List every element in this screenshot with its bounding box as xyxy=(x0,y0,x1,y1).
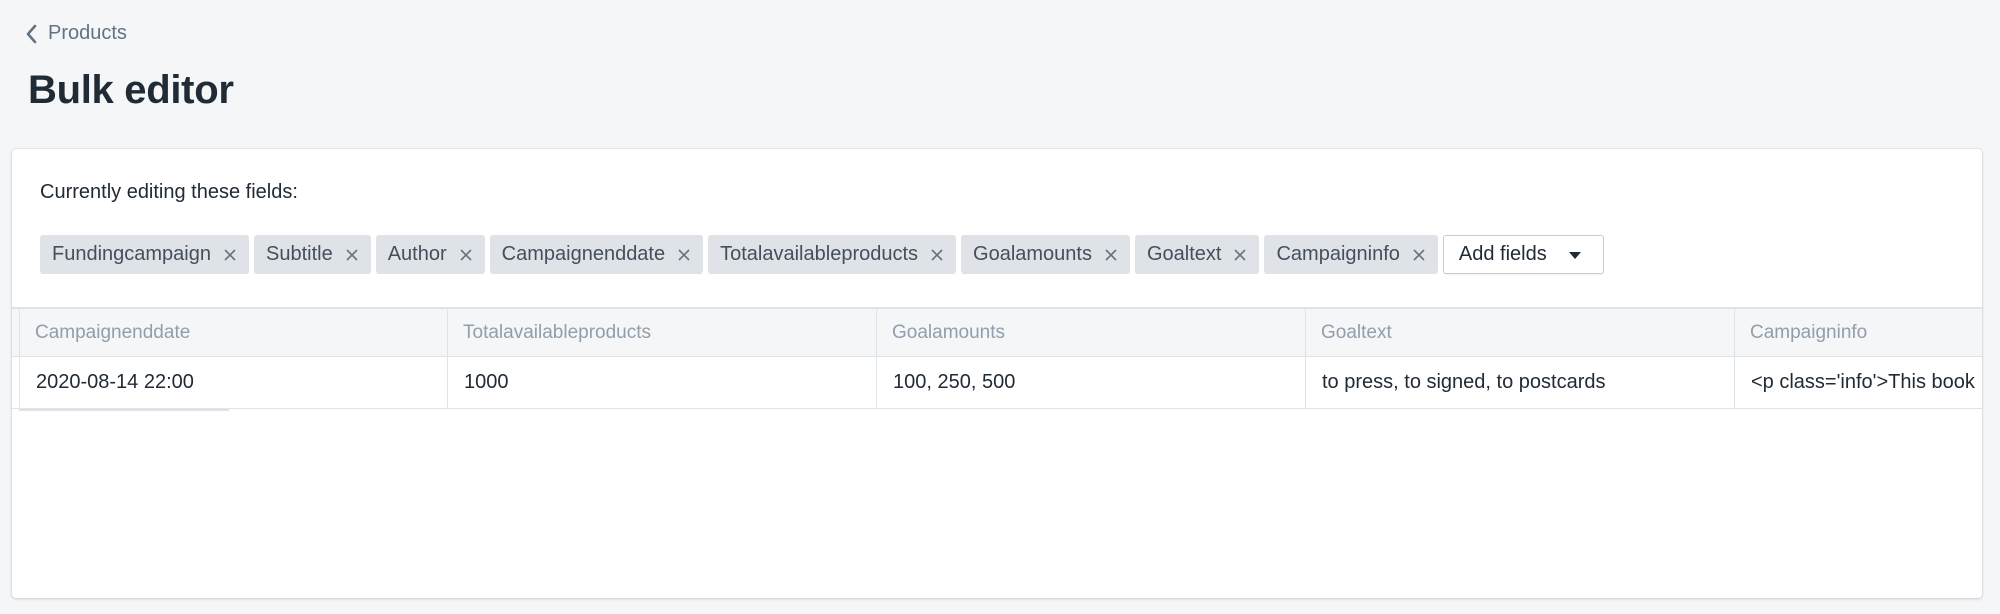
grid-cell[interactable]: 100, 250, 500 xyxy=(877,357,1306,408)
field-chip: Fundingcampaign xyxy=(40,235,249,274)
grid-cell[interactable]: 2020-08-14 22:00 xyxy=(19,357,448,408)
chevron-left-icon xyxy=(26,24,38,44)
field-chip-label: Goalamounts xyxy=(973,243,1092,265)
close-icon[interactable] xyxy=(930,248,944,262)
field-chip-label: Campaignenddate xyxy=(501,243,666,265)
close-icon[interactable] xyxy=(345,248,359,262)
field-chip: Totalavailableproducts xyxy=(708,235,957,274)
field-chip: Goalamounts xyxy=(961,235,1130,274)
field-chip-label: Author xyxy=(387,243,447,265)
close-icon[interactable] xyxy=(459,248,473,262)
editing-fields-label: Currently editing these fields: xyxy=(40,181,298,203)
close-icon[interactable] xyxy=(223,248,237,262)
grid-cell[interactable]: to press, to signed, to postcards xyxy=(1306,357,1735,408)
column-header: Campaignenddate xyxy=(19,309,448,356)
breadcrumb-label[interactable]: Products xyxy=(48,22,127,45)
grid-cell[interactable]: <p class='info'>This book xyxy=(1735,357,1982,408)
close-icon[interactable] xyxy=(1412,248,1426,262)
field-chip: Subtitle xyxy=(254,235,371,274)
field-chip-label: Fundingcampaign xyxy=(52,243,211,265)
column-header: Goalamounts xyxy=(877,309,1306,356)
field-chip: Author xyxy=(375,235,485,274)
field-chip-label: Totalavailableproducts xyxy=(720,243,919,265)
close-icon[interactable] xyxy=(1104,248,1118,262)
table-row: 2020-08-14 22:00 1000 100, 250, 500 to p… xyxy=(12,357,1982,411)
grid-header-row: Campaignenddate Totalavailableproducts G… xyxy=(12,309,1982,357)
field-chip: Goaltext xyxy=(1135,235,1260,274)
column-header: Goaltext xyxy=(1306,309,1735,356)
bulk-edit-grid: Campaignenddate Totalavailableproducts G… xyxy=(12,307,1982,411)
page-title: Bulk editor xyxy=(28,68,234,112)
column-header: Totalavailableproducts xyxy=(448,309,877,356)
breadcrumb[interactable]: Products xyxy=(26,22,127,45)
field-chip: Campaignenddate xyxy=(489,235,704,274)
field-chip-label: Subtitle xyxy=(266,243,333,265)
column-header: Campaigninfo xyxy=(1750,321,1868,343)
bulk-editor-card: Currently editing these fields: Fundingc… xyxy=(12,149,1982,598)
close-icon[interactable] xyxy=(677,248,691,262)
field-chip: Campaigninfo xyxy=(1264,235,1438,274)
caret-down-icon xyxy=(1568,243,1581,266)
add-fields-label: Add fields xyxy=(1458,243,1547,265)
field-chip-label: Campaigninfo xyxy=(1276,243,1400,265)
field-chip-label: Goaltext xyxy=(1147,243,1222,265)
grid-cell[interactable]: 1000 xyxy=(448,357,877,408)
add-fields-button[interactable]: Add fields xyxy=(1442,235,1604,274)
active-cell-indicator xyxy=(19,409,229,411)
field-chips: Fundingcampaign Subtitle Author Campaign… xyxy=(40,235,1604,274)
close-icon[interactable] xyxy=(1233,248,1247,262)
